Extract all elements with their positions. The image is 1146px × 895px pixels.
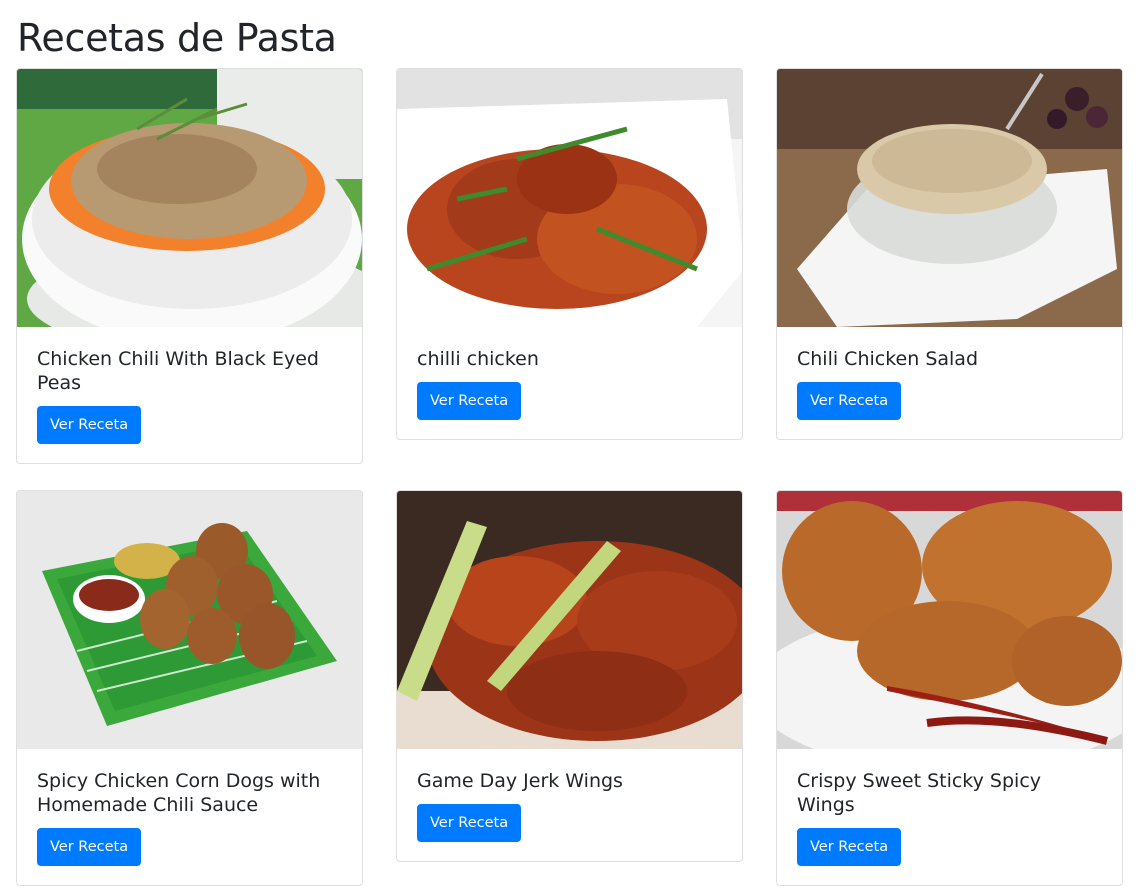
recipe-image-1[interactable] (17, 69, 363, 327)
recipe-title: chilli chicken (417, 348, 539, 370)
recipe-card-4: Spicy Chicken Corn Dogs with Homemade Ch… (16, 490, 363, 886)
view-recipe-button[interactable]: Ver Receta (417, 382, 522, 420)
recipe-title: Game Day Jerk Wings (417, 770, 623, 792)
recipe-image-2[interactable] (397, 69, 743, 327)
view-recipe-button[interactable]: Ver Receta (417, 804, 522, 842)
recipe-card-5: Game Day Jerk Wings Ver Receta (396, 490, 743, 862)
recipe-image-6[interactable] (777, 491, 1123, 749)
recipe-image-4[interactable] (17, 491, 363, 749)
view-recipe-button[interactable]: Ver Receta (797, 828, 902, 866)
recipe-card-3: Chili Chicken Salad Ver Receta (776, 68, 1123, 440)
recipe-card-6: Crispy Sweet Sticky Spicy Wings Ver Rece… (776, 490, 1123, 886)
recipe-title: Chicken Chili With Black Eyed Peas (37, 348, 319, 394)
view-recipe-button[interactable]: Ver Receta (37, 406, 142, 444)
page-title: Recetas de Pasta (17, 16, 337, 60)
view-recipe-button[interactable]: Ver Receta (37, 828, 142, 866)
view-recipe-button[interactable]: Ver Receta (797, 382, 902, 420)
recipe-card-2: chilli chicken Ver Receta (396, 68, 743, 440)
recipe-title: Crispy Sweet Sticky Spicy Wings (797, 770, 1042, 816)
recipe-title: Chili Chicken Salad (797, 348, 979, 370)
recipe-card-1: Chicken Chili With Black Eyed Peas Ver R… (16, 68, 363, 464)
recipe-image-5[interactable] (397, 491, 743, 749)
recipe-image-3[interactable] (777, 69, 1123, 327)
recipe-title: Spicy Chicken Corn Dogs with Homemade Ch… (37, 770, 321, 816)
recipe-page: Recetas de Pasta Chicken Chili With Blac… (0, 0, 1146, 895)
